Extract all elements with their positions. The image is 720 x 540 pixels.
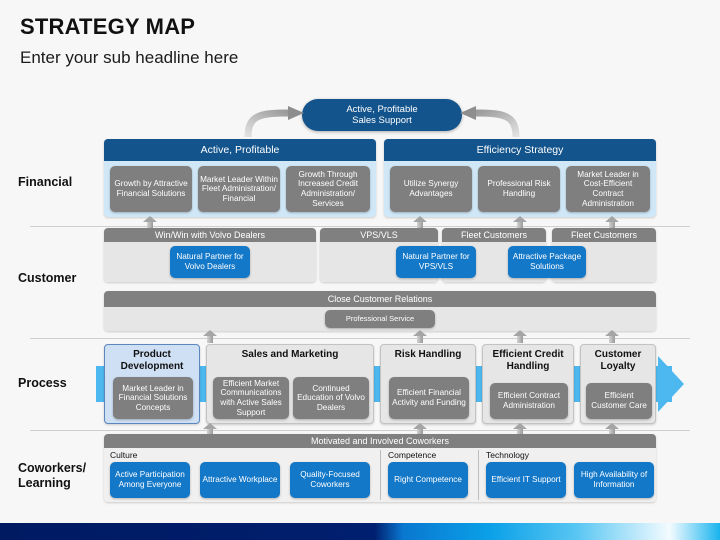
close-relations-item[interactable]: Professional Service bbox=[325, 310, 435, 328]
process-box-customer-loyalty[interactable]: Customer Loyalty Efficient Customer Care bbox=[580, 344, 656, 424]
up-arrow-icon bbox=[413, 330, 427, 343]
up-arrow-icon bbox=[513, 330, 527, 343]
row-label-process: Process bbox=[18, 376, 67, 390]
coworkers-item[interactable]: Right Competence bbox=[388, 462, 468, 498]
close-relations-header: Close Customer Relations bbox=[104, 291, 656, 307]
row-label-customer: Customer bbox=[18, 271, 77, 285]
process-item[interactable]: Efficient Customer Care bbox=[586, 383, 652, 419]
coworkers-item[interactable]: Quality-Focused Coworkers bbox=[290, 462, 370, 498]
curved-arrow-left bbox=[244, 106, 304, 138]
process-item[interactable]: Efficient Market Communications with Act… bbox=[213, 377, 289, 419]
customer-group-header: Fleet Customers bbox=[442, 228, 546, 242]
customer-group-header: VPS/VLS bbox=[320, 228, 438, 242]
coworkers-section-label-culture: Culture bbox=[110, 450, 138, 460]
coworkers-section-divider bbox=[478, 450, 479, 500]
process-box-title: Product Development bbox=[120, 349, 184, 372]
process-item[interactable]: Market Leader in Financial Solutions Con… bbox=[113, 377, 193, 419]
top-objective-box[interactable]: Active, Profitable Sales Support bbox=[302, 99, 462, 131]
coworkers-item[interactable]: Active Participation Among Everyone bbox=[110, 462, 190, 498]
financial-item[interactable]: Market Leader in Cost-Efficient Contract… bbox=[566, 166, 650, 212]
strategy-map-slide: { "header": { "title": "STRATEGY MAP", "… bbox=[0, 0, 720, 540]
financial-group-active-profitable[interactable]: Active, Profitable Growth by Attractive … bbox=[104, 139, 376, 217]
customer-close-relations-group[interactable]: Close Customer Relations Professional Se… bbox=[104, 291, 656, 331]
coworkers-item[interactable]: Efficient IT Support bbox=[486, 462, 566, 498]
financial-item[interactable]: Utilize Synergy Advantages bbox=[390, 166, 472, 212]
coworkers-section-label-competence: Competence bbox=[388, 450, 437, 460]
customer-item[interactable]: Natural Partner for VPS/VLS bbox=[396, 246, 476, 278]
coworkers-item[interactable]: Attractive Workplace bbox=[200, 462, 280, 498]
process-flow-arrowhead-icon bbox=[658, 356, 684, 412]
page-title: STRATEGY MAP bbox=[20, 14, 196, 39]
financial-item[interactable]: Market Leader Within Fleet Administratio… bbox=[198, 166, 280, 212]
bottom-accent-bar bbox=[0, 523, 720, 540]
financial-item[interactable]: Growth Through Increased Credit Administ… bbox=[286, 166, 370, 212]
financial-group-header: Efficiency Strategy bbox=[384, 139, 656, 161]
curved-arrow-right bbox=[460, 106, 520, 138]
process-item[interactable]: Efficient Financial Activity and Funding bbox=[389, 377, 469, 419]
process-box-efficient-credit-handling[interactable]: Efficient Credit Handling Efficient Cont… bbox=[482, 344, 574, 424]
customer-group-header: Fleet Customers bbox=[552, 228, 656, 242]
process-box-title: Risk Handling bbox=[394, 349, 462, 360]
coworkers-group[interactable]: Motivated and Involved Coworkers Culture… bbox=[104, 434, 656, 502]
process-box-title: Sales and Marketing bbox=[241, 349, 339, 360]
process-box-product-development[interactable]: Product Development Market Leader in Fin… bbox=[104, 344, 200, 424]
row-label-financial: Financial bbox=[18, 175, 73, 189]
up-arrow-icon bbox=[203, 330, 217, 343]
coworkers-section-divider bbox=[380, 450, 381, 500]
page-subtitle: Enter your sub headline here bbox=[20, 48, 239, 67]
divider-financial-customer bbox=[30, 226, 690, 227]
row-label-coworkers-line2: Learning bbox=[18, 476, 71, 490]
customer-item[interactable]: Natural Partner for Volvo Dealers bbox=[170, 246, 250, 278]
up-arrow-icon bbox=[605, 330, 619, 343]
customer-group-volvo-dealers[interactable]: Win/Win with Volvo Dealers Natural Partn… bbox=[104, 228, 316, 282]
coworkers-header: Motivated and Involved Coworkers bbox=[104, 434, 656, 448]
process-item[interactable]: Continued Education of Volvo Dealers bbox=[293, 377, 369, 419]
divider-process-coworkers bbox=[30, 430, 690, 431]
row-label-coworkers-line1: Coworkers/ bbox=[18, 461, 87, 475]
process-box-title: Efficient Credit Handling bbox=[492, 349, 564, 372]
process-box-title: Customer Loyalty bbox=[594, 349, 642, 372]
financial-item[interactable]: Professional Risk Handling bbox=[478, 166, 560, 212]
customer-item[interactable]: Attractive Package Solutions bbox=[508, 246, 586, 278]
coworkers-item[interactable]: High Availability of Information bbox=[574, 462, 654, 498]
coworkers-section-label-technology: Technology bbox=[486, 450, 530, 460]
financial-item[interactable]: Growth by Attractive Financial Solutions bbox=[110, 166, 192, 212]
financial-group-header: Active, Profitable bbox=[104, 139, 376, 161]
process-box-sales-and-marketing[interactable]: Sales and Marketing Efficient Market Com… bbox=[206, 344, 374, 424]
row-label-coworkers: Coworkers/ Learning bbox=[18, 461, 106, 491]
financial-group-efficiency-strategy[interactable]: Efficiency Strategy Utilize Synergy Adva… bbox=[384, 139, 656, 217]
process-box-risk-handling[interactable]: Risk Handling Efficient Financial Activi… bbox=[380, 344, 476, 424]
top-objective-line1: Active, Profitable bbox=[346, 103, 418, 115]
divider-customer-process bbox=[30, 338, 690, 339]
customer-group-header: Win/Win with Volvo Dealers bbox=[104, 228, 316, 242]
top-objective-line2: Sales Support bbox=[352, 115, 412, 126]
process-item[interactable]: Efficient Contract Administration bbox=[490, 383, 568, 419]
